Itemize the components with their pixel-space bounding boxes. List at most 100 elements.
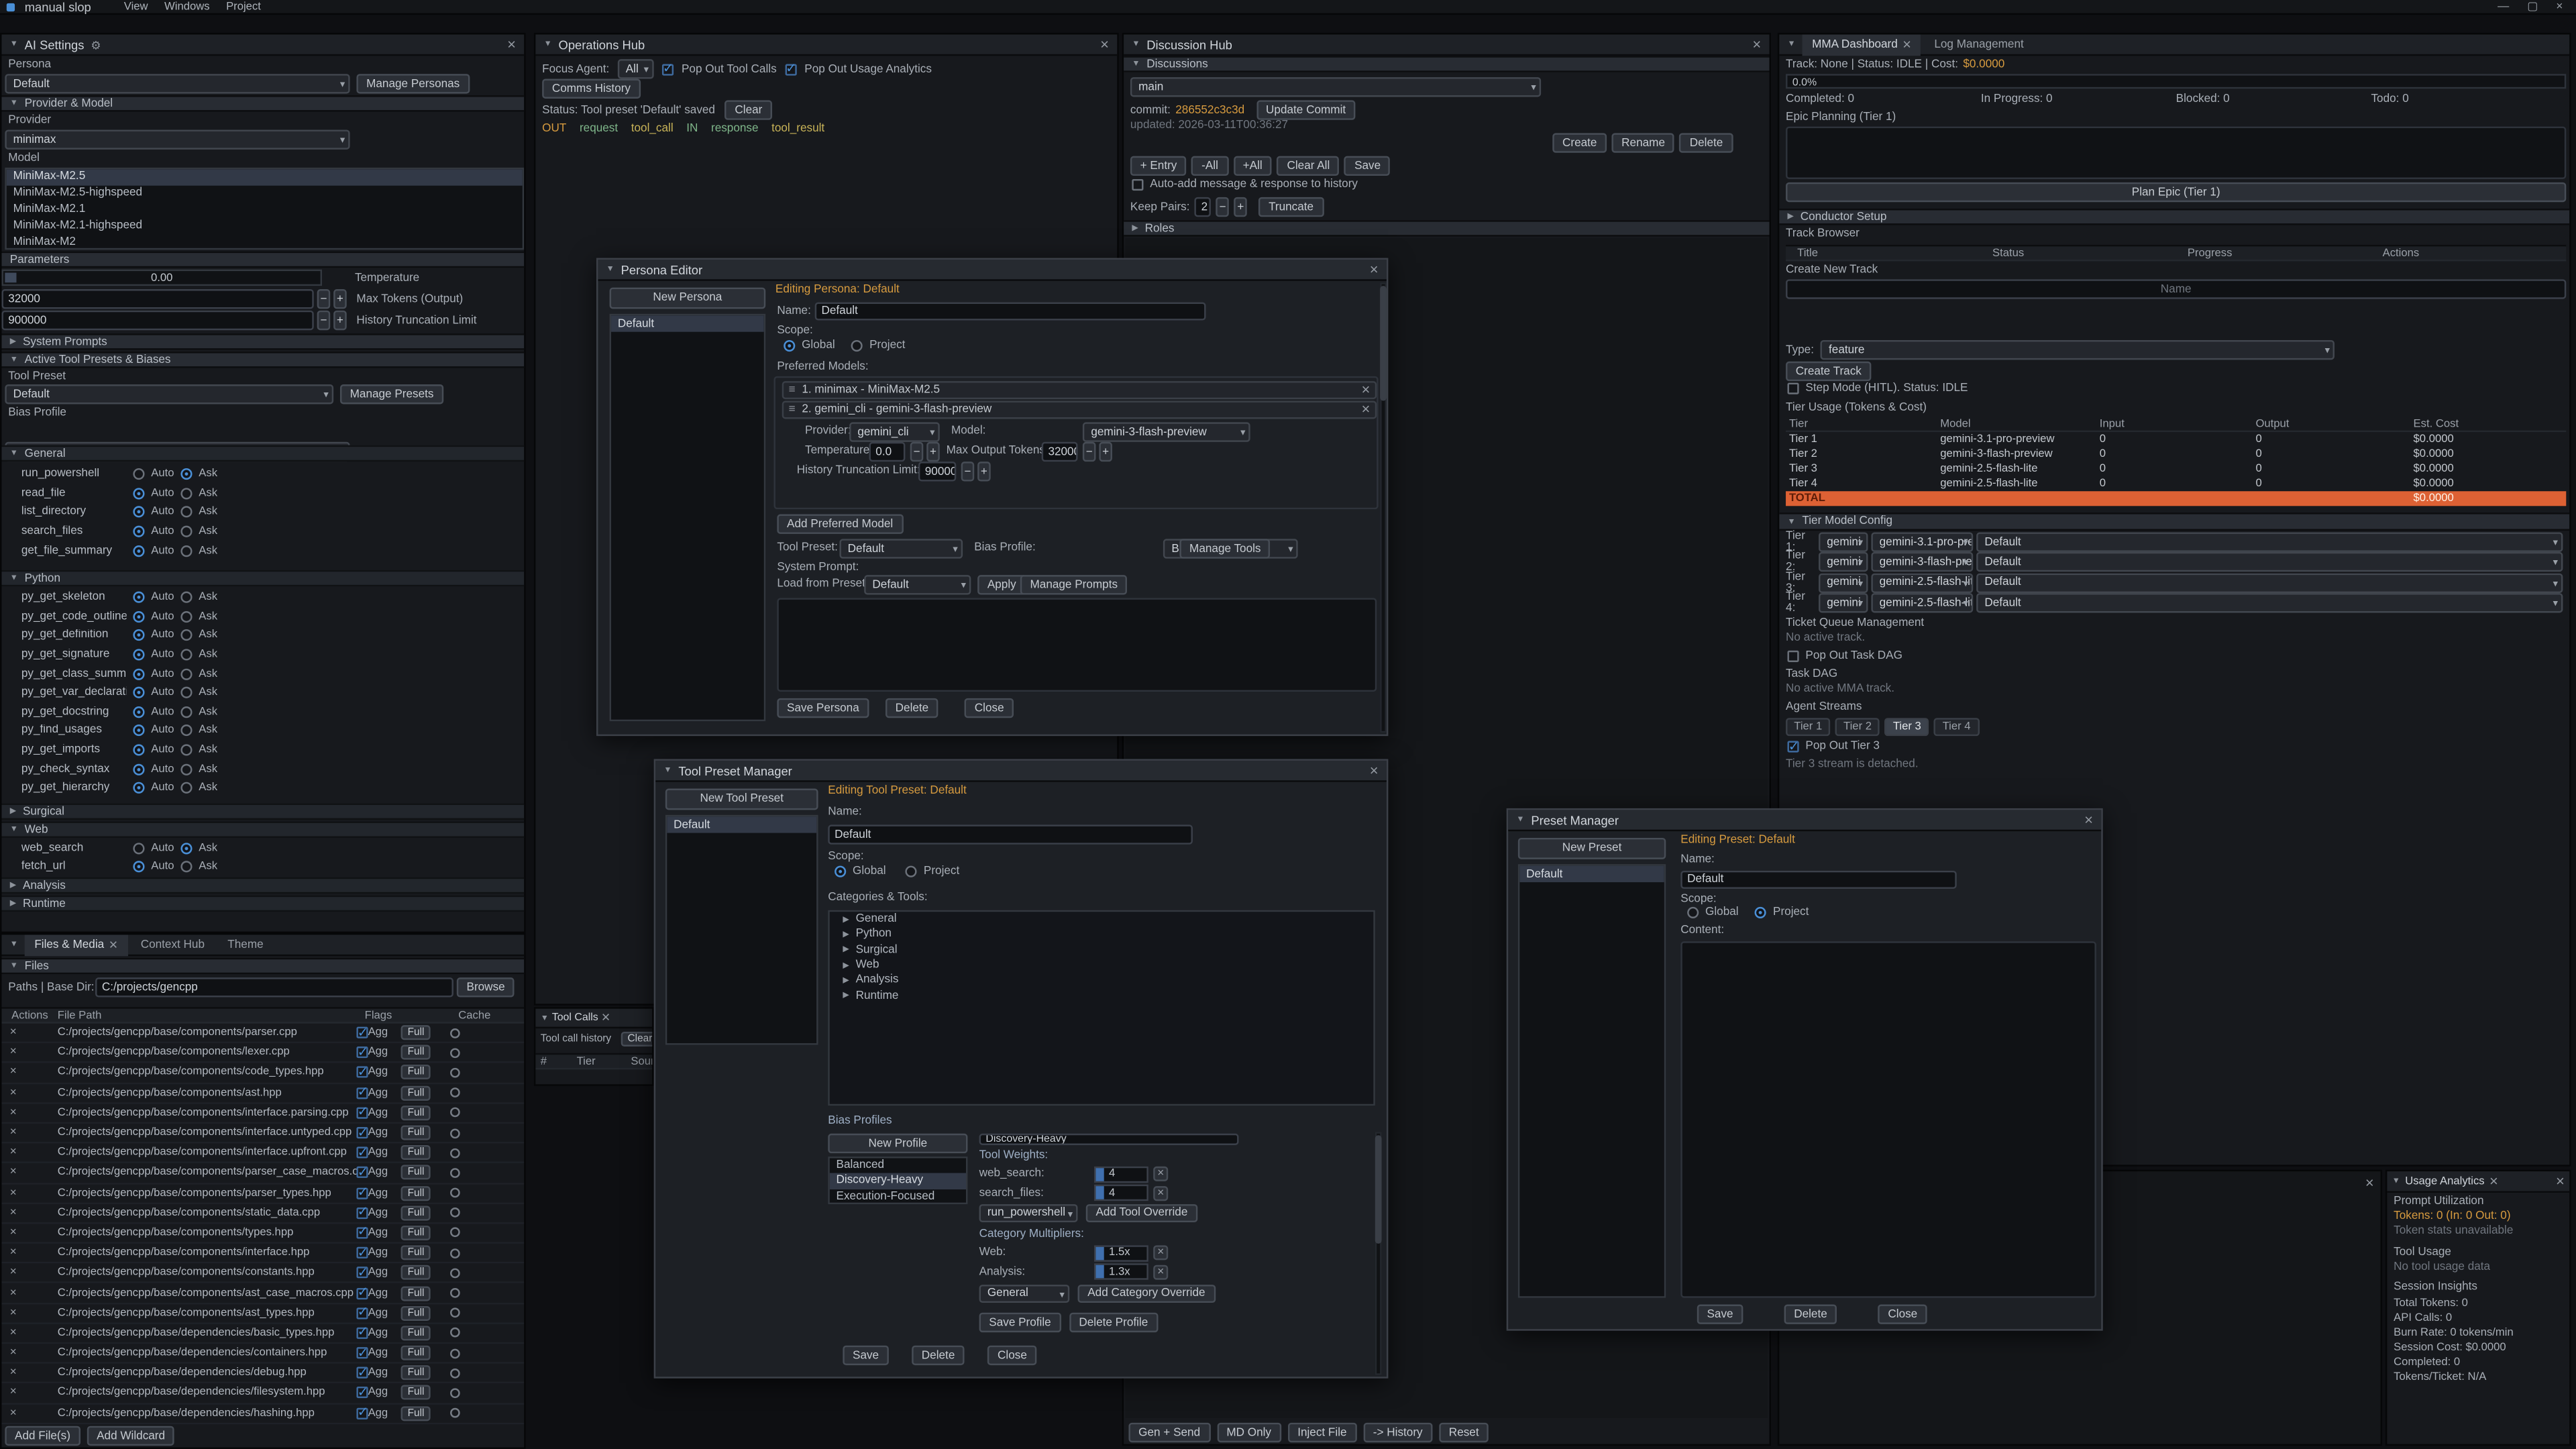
auto-radio[interactable] — [133, 706, 144, 718]
entry-action-button[interactable]: -All — [1191, 156, 1228, 176]
delete-button[interactable]: Delete — [885, 698, 938, 718]
comms-history-button[interactable]: Comms History — [542, 79, 641, 99]
expand-icon[interactable] — [843, 930, 849, 940]
agg-checkbox[interactable] — [356, 1167, 368, 1179]
auto-radio[interactable] — [133, 488, 144, 499]
footer-action-button[interactable]: Inject File — [1288, 1423, 1357, 1442]
collapse-icon[interactable] — [606, 264, 614, 274]
profile-list-item[interactable]: Discovery-Heavy — [830, 1173, 966, 1189]
model-option[interactable]: MiniMax-M2.1-highspeed — [7, 217, 523, 233]
save-button[interactable]: Save — [843, 1346, 888, 1365]
remove-file-button[interactable] — [10, 1227, 26, 1238]
ask-radio[interactable] — [180, 488, 192, 499]
auto-radio[interactable] — [133, 745, 144, 756]
auto-radio[interactable] — [133, 843, 144, 854]
remove-file-button[interactable] — [10, 1247, 26, 1258]
category-collapse-icon[interactable] — [10, 899, 16, 909]
profile-list-item[interactable]: Execution-Focused — [830, 1189, 966, 1204]
agg-checkbox[interactable] — [356, 1347, 368, 1358]
tier-model-config-section[interactable]: Tier Model Config — [1779, 513, 2569, 531]
load-preset-dropdown[interactable]: Default — [864, 575, 971, 594]
drag-handle-icon[interactable] — [789, 404, 796, 415]
close-icon[interactable] — [1752, 37, 1761, 52]
tab-close-icon[interactable] — [2489, 1174, 2498, 1189]
delete-discussion-button[interactable]: Delete — [1680, 133, 1733, 152]
auto-radio[interactable] — [133, 630, 144, 641]
auto-add-checkbox[interactable] — [1132, 179, 1143, 191]
apply-button[interactable]: Apply — [977, 575, 1026, 594]
tier-provider-dropdown[interactable]: gemini — [1819, 573, 1868, 592]
increment-button[interactable] — [333, 289, 347, 309]
create-discussion-button[interactable]: Create — [1552, 133, 1607, 152]
persona-dropdown[interactable]: Default — [5, 74, 350, 93]
increment-button[interactable] — [1234, 197, 1248, 217]
model-dropdown[interactable]: gemini-3-flash-preview — [1083, 422, 1250, 441]
tree-node[interactable]: Runtime — [830, 988, 1374, 1004]
agg-checkbox[interactable] — [356, 1367, 368, 1379]
add-wildcard-button[interactable]: Add Wildcard — [87, 1426, 174, 1446]
remove-file-button[interactable] — [10, 1127, 26, 1138]
section-collapse-icon[interactable] — [10, 337, 16, 347]
remove-file-button[interactable] — [10, 1407, 26, 1419]
increment-button[interactable] — [1099, 442, 1112, 462]
remove-file-button[interactable] — [10, 1367, 26, 1379]
collapse-icon[interactable] — [1516, 815, 1524, 825]
update-commit-button[interactable]: Update Commit — [1256, 100, 1356, 119]
remove-file-button[interactable] — [10, 1267, 26, 1279]
close-icon[interactable] — [1370, 262, 1379, 277]
full-button[interactable]: Full — [401, 1205, 431, 1220]
ask-radio[interactable] — [180, 668, 192, 680]
manage-tools-button[interactable]: Manage Tools — [1179, 539, 1271, 558]
stream-tab[interactable]: Tier 2 — [1835, 718, 1880, 736]
ask-radio[interactable] — [180, 687, 192, 698]
override-tool-dropdown[interactable]: run_powershell — [979, 1204, 1078, 1222]
active-presets-section[interactable]: Active Tool Presets & Biases — [1, 352, 524, 368]
new-tool-preset-button[interactable]: New Tool Preset — [665, 789, 818, 810]
remove-file-button[interactable] — [10, 1328, 26, 1339]
persona-editor-header[interactable]: Persona Editor — [598, 260, 1387, 281]
manage-personas-button[interactable]: Manage Personas — [356, 74, 470, 93]
full-button[interactable]: Full — [401, 1326, 431, 1340]
scope-global-radio[interactable] — [1687, 907, 1699, 918]
tier-preset-dropdown[interactable]: Default — [1976, 593, 2563, 612]
expand-icon[interactable] — [843, 975, 849, 985]
tier-provider-dropdown[interactable]: gemini — [1819, 593, 1868, 612]
remove-file-button[interactable] — [10, 1387, 26, 1399]
full-button[interactable]: Full — [401, 1386, 431, 1401]
agg-checkbox[interactable] — [356, 1087, 368, 1098]
temperature-slider[interactable]: 0.00 — [1, 270, 322, 286]
expand-icon[interactable] — [843, 914, 849, 924]
focus-agent-dropdown[interactable]: All — [617, 59, 653, 78]
tab-context-hub[interactable]: Context Hub — [131, 934, 215, 955]
collapse-icon[interactable] — [1787, 40, 1795, 50]
auto-radio[interactable] — [133, 611, 144, 623]
full-button[interactable]: Full — [401, 1065, 431, 1080]
category-web[interactable]: Web — [1, 821, 524, 837]
footer-action-button[interactable]: -> History — [1363, 1423, 1432, 1442]
auto-radio[interactable] — [133, 545, 144, 556]
profile-list-item[interactable]: Balanced — [830, 1159, 966, 1174]
new-profile-button[interactable]: New Profile — [828, 1134, 967, 1153]
browse-button[interactable]: Browse — [457, 977, 515, 997]
drag-handle-icon[interactable] — [789, 384, 796, 396]
pop-out-tier3-checkbox[interactable] — [1787, 741, 1799, 752]
entry-action-button[interactable]: +All — [1233, 156, 1272, 176]
discussion-branch-dropdown[interactable]: main — [1130, 77, 1541, 97]
save-profile-button[interactable]: Save Profile — [979, 1313, 1061, 1332]
tree-node[interactable]: Web — [830, 957, 1374, 973]
keep-pairs-input[interactable]: 2 — [1195, 197, 1211, 217]
provider-model-section[interactable]: Provider & Model — [1, 95, 524, 111]
clear-button[interactable]: Clear — [725, 100, 772, 119]
agg-checkbox[interactable] — [356, 1227, 368, 1238]
section-collapse-icon[interactable] — [10, 961, 18, 971]
auto-radio[interactable] — [133, 506, 144, 518]
model-option[interactable]: MiniMax-M2.1 — [7, 201, 523, 217]
section-collapse-icon[interactable] — [1132, 223, 1138, 233]
model-option[interactable]: MiniMax-M2.5 — [7, 169, 523, 185]
profile-name-input[interactable]: Discovery-Heavy — [979, 1134, 1239, 1145]
new-persona-button[interactable]: New Persona — [610, 288, 766, 309]
category-collapse-icon[interactable] — [10, 824, 18, 835]
close-icon[interactable] — [602, 1010, 610, 1025]
full-button[interactable]: Full — [401, 1085, 431, 1100]
full-button[interactable]: Full — [401, 1266, 431, 1281]
